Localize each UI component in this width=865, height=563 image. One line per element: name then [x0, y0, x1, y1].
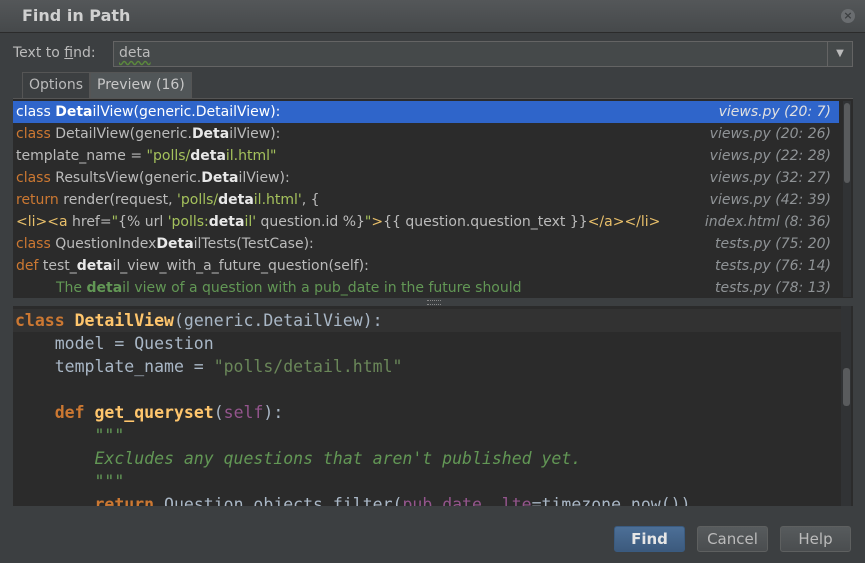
dialog-title: Find in Path: [22, 6, 131, 25]
tab-bar: Options Preview (16): [22, 72, 192, 98]
result-location: tests.py (78: 13): [715, 280, 831, 296]
result-row[interactable]: class DetailView(generic.DetailView): vie…: [13, 123, 839, 145]
result-location: views.py (42: 39): [709, 192, 831, 208]
result-row[interactable]: return render(request, 'polls/detail.htm…: [13, 189, 839, 211]
code-line: template_name = "polls/detail.html": [15, 357, 403, 376]
result-location: views.py (32: 27): [709, 170, 831, 186]
code-line: Excludes any questions that aren't publi…: [15, 449, 582, 468]
result-row[interactable]: class DetailView(generic.DetailView): vie…: [13, 101, 839, 123]
result-location: tests.py (75: 20): [715, 236, 831, 252]
result-row[interactable]: The detail view of a question with a pub…: [13, 277, 839, 299]
result-code: class DetailView(generic.DetailView):: [16, 104, 281, 120]
help-button[interactable]: Help: [780, 526, 851, 552]
result-code: return render(request, 'polls/detail.htm…: [16, 192, 320, 208]
code-preview: class DetailView(generic.DetailView): mo…: [13, 306, 853, 506]
result-row[interactable]: def test_detail_view_with_a_future_quest…: [13, 255, 839, 277]
result-location: views.py (20: 7): [718, 104, 831, 120]
result-location: index.html (8: 36): [704, 214, 831, 230]
result-location: views.py (20: 26): [709, 126, 831, 142]
code-line: def get_queryset(self):: [54, 403, 284, 422]
text-to-find-label: Text to find:: [13, 45, 96, 61]
scrollbar-thumb[interactable]: [844, 103, 850, 183]
search-combobox[interactable]: deta ▼: [113, 41, 853, 67]
result-location: views.py (22: 28): [709, 148, 831, 164]
preview-scrollbar[interactable]: [841, 306, 851, 506]
code-line: class DetailView(generic.DetailView):: [13, 309, 841, 332]
code-line: model = Question: [15, 334, 214, 353]
result-row[interactable]: class QuestionIndexDetailTests(TestCase)…: [13, 233, 839, 255]
result-code: class DetailView(generic.DetailView):: [16, 126, 281, 142]
code-line: """: [15, 472, 125, 491]
search-input[interactable]: deta: [119, 45, 151, 61]
splitter[interactable]: [13, 298, 853, 306]
result-code: class QuestionIndexDetailTests(TestCase)…: [16, 236, 314, 252]
tab-preview[interactable]: Preview (16): [90, 72, 192, 98]
code-line: return Question.objects.filter(pub_date_…: [94, 495, 691, 506]
cancel-button[interactable]: Cancel: [697, 526, 768, 552]
find-button[interactable]: Find: [614, 526, 685, 552]
result-location: tests.py (76: 14): [715, 258, 831, 274]
result-row[interactable]: <li><a href="{% url 'polls:detail' quest…: [13, 211, 839, 233]
result-row[interactable]: class ResultsView(generic.DetailView): vi…: [13, 167, 839, 189]
splitter-grip-icon[interactable]: [427, 300, 441, 305]
result-code: template_name = "polls/detail.html": [16, 148, 277, 164]
scrollbar-thumb[interactable]: [843, 368, 850, 406]
chevron-down-icon[interactable]: ▼: [827, 42, 852, 66]
tab-options[interactable]: Options: [22, 72, 91, 98]
result-code: def test_detail_view_with_a_future_quest…: [16, 258, 369, 274]
results-list: class DetailView(generic.DetailView): vie…: [13, 98, 853, 299]
title-bar: Find in Path ×: [0, 0, 865, 33]
close-icon[interactable]: ×: [841, 9, 855, 23]
result-code: <li><a href="{% url 'polls:detail' quest…: [16, 214, 661, 230]
results-scrollbar[interactable]: [843, 101, 851, 297]
code-line: """: [15, 426, 125, 445]
result-row[interactable]: template_name = "polls/detail.html" views…: [13, 145, 839, 167]
result-code: The detail view of a question with a pub…: [56, 280, 522, 296]
result-code: class ResultsView(generic.DetailView):: [16, 170, 290, 186]
